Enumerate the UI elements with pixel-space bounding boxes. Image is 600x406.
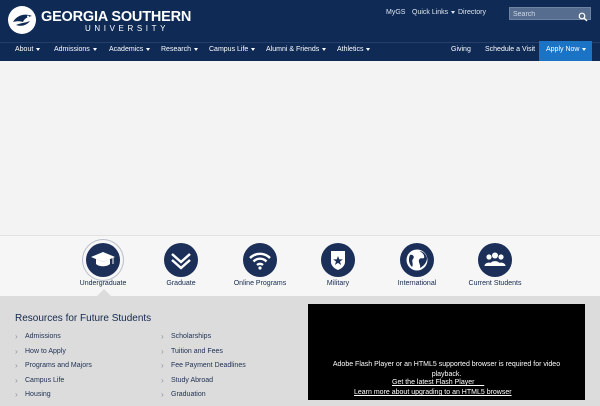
undergraduate-tab[interactable]: [86, 243, 120, 277]
tab-label-military: Military: [326, 280, 350, 287]
nav-item-about[interactable]: About: [15, 46, 41, 53]
resource-link[interactable]: Admissions: [15, 332, 92, 348]
quick-links-menu[interactable]: Quick Links: [412, 9, 456, 16]
resource-link[interactable]: Tuition and Fees: [161, 347, 246, 363]
hero-area: [0, 61, 600, 235]
resource-link[interactable]: Campus Life: [15, 376, 92, 392]
nav-item-academics[interactable]: Academics: [109, 46, 151, 53]
graduate-tab[interactable]: [164, 243, 198, 277]
nav-item-athletics[interactable]: Athletics: [337, 46, 371, 53]
resources-list-left: Admissions How to Apply Programs and Maj…: [15, 332, 92, 406]
audience-tabs: Undergraduate Graduate Online Programs M…: [0, 235, 600, 296]
globe-icon: [406, 249, 428, 271]
giving-link[interactable]: Giving: [451, 46, 471, 53]
nav-label: Athletics: [337, 46, 364, 53]
tab-label-undergraduate: Undergraduate: [79, 280, 127, 287]
resources-title: Resources for Future Students: [15, 313, 152, 324]
graduation-cap-icon: [91, 252, 115, 267]
apply-now-label: Apply Now: [546, 46, 580, 53]
caret-down-icon: [582, 47, 587, 51]
people-icon: [484, 252, 506, 266]
nav-label: Research: [161, 46, 191, 53]
apply-now-button[interactable]: Apply Now: [539, 41, 592, 61]
eagle-logo-icon[interactable]: [8, 6, 36, 34]
get-flash-link[interactable]: Get the latest Flash Player: [392, 379, 484, 386]
nav-label: Alumni & Friends: [266, 46, 320, 53]
caret-down-icon: [146, 47, 151, 51]
mygs-link[interactable]: MyGS: [386, 9, 405, 16]
schedule-visit-link[interactable]: Schedule a Visit: [485, 46, 535, 53]
nav-label: About: [15, 46, 34, 53]
resource-link[interactable]: Housing: [15, 390, 92, 406]
caret-down-icon: [36, 47, 41, 51]
current-students-tab[interactable]: [478, 243, 512, 277]
resources-list-right: Scholarships Tuition and Fees Fee Paymen…: [161, 332, 246, 406]
active-tab-pointer: [97, 289, 111, 296]
caret-down-icon: [322, 47, 327, 51]
resource-link[interactable]: Graduation: [161, 390, 246, 406]
caret-down-icon: [251, 47, 256, 51]
nav-item-campus-life[interactable]: Campus Life: [209, 46, 256, 53]
search-box: [509, 7, 591, 22]
brand-subtitle[interactable]: UNIVERSITY: [85, 24, 169, 33]
html5-info-link[interactable]: Learn more about upgrading to an HTML5 b…: [354, 389, 512, 396]
caret-down-icon: [451, 10, 456, 14]
tab-label-online-programs: Online Programs: [233, 280, 287, 287]
nav-item-research[interactable]: Research: [161, 46, 198, 53]
nav-label: Admissions: [54, 46, 90, 53]
tab-label-international: International: [397, 280, 437, 287]
military-tab[interactable]: [321, 243, 355, 277]
caret-down-icon: [366, 47, 371, 51]
resource-link[interactable]: Scholarships: [161, 332, 246, 348]
wifi-icon: [249, 252, 271, 270]
resource-link[interactable]: Fee Payment Deadlines: [161, 361, 246, 377]
tab-label-graduate: Graduate: [166, 280, 196, 287]
video-player[interactable]: Adobe Flash Player or an HTML5 supported…: [308, 304, 585, 400]
brand-name[interactable]: GEORGIA SOUTHERN: [41, 9, 191, 25]
tab-label-current-students: Current Students: [468, 280, 522, 287]
search-icon[interactable]: [578, 9, 588, 22]
resource-link[interactable]: Programs and Majors: [15, 361, 92, 377]
main-nav: About Admissions Academics Research Camp…: [0, 42, 600, 61]
online-programs-tab[interactable]: [243, 243, 277, 277]
resource-link[interactable]: How to Apply: [15, 347, 92, 363]
directory-link[interactable]: Directory: [458, 9, 486, 16]
international-tab[interactable]: [400, 243, 434, 277]
nav-item-alumni-friends[interactable]: Alumni & Friends: [266, 46, 327, 53]
caret-down-icon: [193, 47, 198, 51]
caret-down-icon: [92, 47, 97, 51]
site-header: GEORGIA SOUTHERN UNIVERSITY MyGS Quick L…: [0, 0, 600, 42]
resource-link[interactable]: Study Abroad: [161, 376, 246, 392]
military-shield-icon: [331, 251, 345, 270]
nav-label: Academics: [109, 46, 144, 53]
nav-item-admissions[interactable]: Admissions: [54, 46, 97, 53]
chevron-badge-icon: [171, 253, 191, 270]
nav-label: Campus Life: [209, 46, 249, 53]
flash-required-message: Adobe Flash Player or an HTML5 supported…: [332, 361, 561, 378]
search-input[interactable]: [513, 9, 575, 19]
quick-links-label: Quick Links: [412, 9, 449, 16]
